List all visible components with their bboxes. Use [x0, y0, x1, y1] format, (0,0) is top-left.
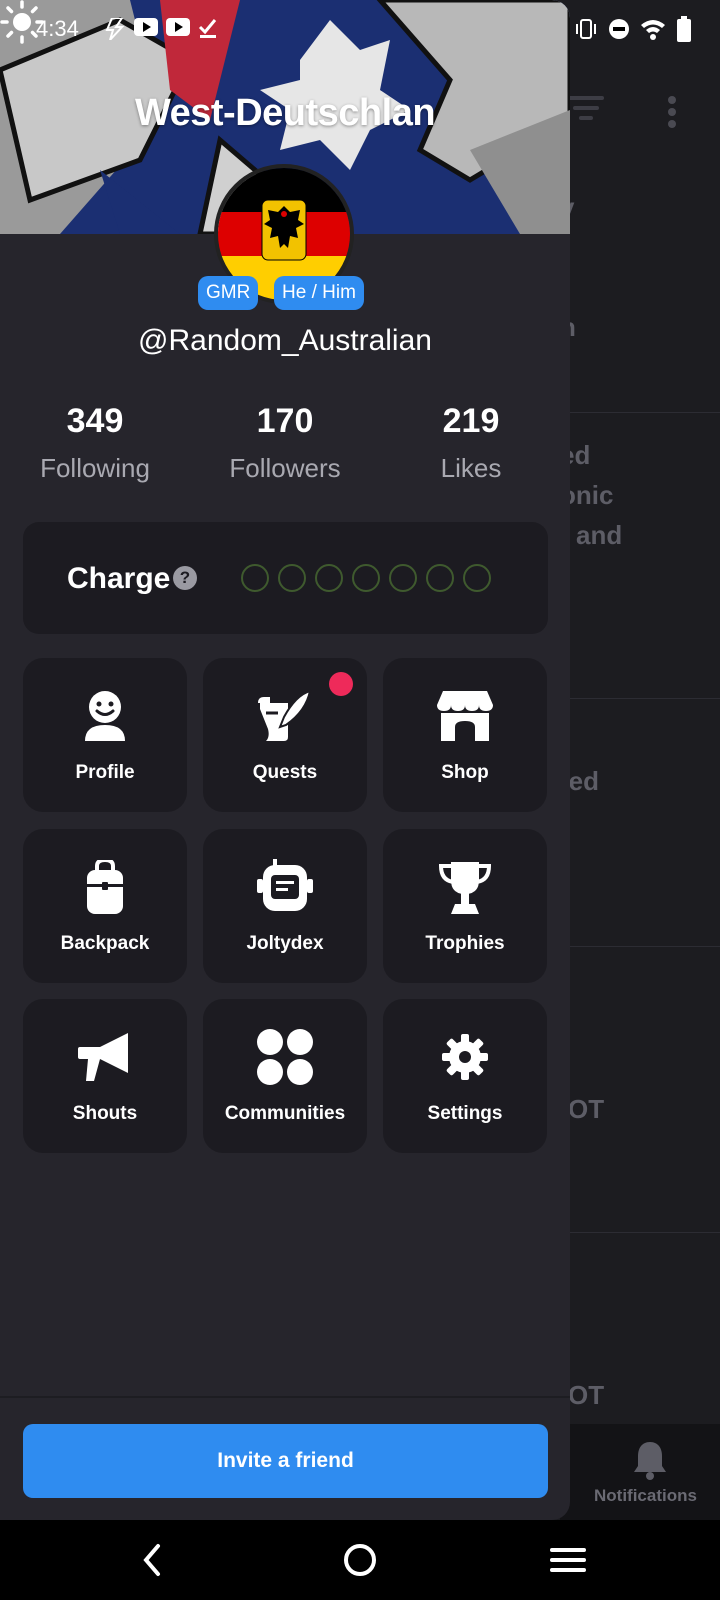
battery-icon [677, 16, 691, 42]
shop-tile[interactable]: Shop [383, 658, 547, 812]
stat-likes[interactable]: 219 Likes [381, 402, 561, 484]
divider [0, 1396, 570, 1398]
youtube-icon [134, 18, 158, 36]
status-time: 4:34 [36, 16, 79, 41]
help-icon[interactable]: ? [173, 566, 197, 590]
profile-drawer: West-Deutschlan GMR He / Him @Random_Aus… [0, 0, 570, 1520]
stat-followers[interactable]: 170 Followers [195, 402, 375, 484]
tile-label: Trophies [425, 933, 505, 954]
status-bar: 4:34 [0, 0, 720, 60]
following-label: Following [40, 453, 150, 483]
followers-label: Followers [229, 453, 341, 483]
notification-badge [329, 672, 353, 696]
charge-dot [241, 564, 269, 592]
tile-label: Settings [427, 1103, 503, 1124]
tile-label: Communities [224, 1103, 346, 1124]
recents-menu-icon[interactable] [548, 1540, 588, 1580]
following-count: 349 [66, 402, 124, 440]
bg-text-fragment: OT [568, 1380, 605, 1410]
backpack-icon [87, 860, 123, 914]
divider [560, 1232, 720, 1233]
charge-dot [389, 564, 417, 592]
gmr-tag[interactable]: GMR [198, 276, 259, 310]
filter-icon[interactable] [568, 96, 604, 126]
back-icon[interactable] [134, 1540, 174, 1580]
charge-meter [241, 564, 491, 592]
home-icon[interactable] [340, 1540, 380, 1580]
status-notification-icons [104, 18, 218, 40]
invite-friend-button[interactable]: Invite a friend [23, 1424, 548, 1498]
eagle-emblem-icon [261, 199, 307, 261]
storefront-icon [437, 691, 493, 741]
vibrate-icon [576, 19, 596, 39]
system-navigation-bar [0, 1520, 720, 1600]
divider [560, 698, 720, 699]
likes-label: Likes [440, 453, 502, 483]
charge-dot [426, 564, 454, 592]
stat-following[interactable]: 349 Following [5, 402, 185, 484]
communities-tile[interactable]: Communities [203, 999, 367, 1153]
banner-title: West-Deutschlan [134, 92, 436, 134]
charge-dot [463, 564, 491, 592]
bell-icon [634, 1442, 666, 1480]
pronouns-tag[interactable]: He / Him [274, 276, 364, 310]
charge-dot [278, 564, 306, 592]
profile-tile[interactable]: Profile [23, 658, 187, 812]
tile-label: Shop [441, 762, 489, 783]
charge-dot [352, 564, 380, 592]
tile-label: Profile [75, 762, 135, 783]
username-handle: @Random_Australian [138, 324, 432, 357]
charge-dot [315, 564, 343, 592]
shouts-tile[interactable]: Shouts [23, 999, 187, 1153]
backpack-tile[interactable]: Backpack [23, 829, 187, 983]
divider [560, 946, 720, 947]
trophy-icon [439, 862, 491, 914]
lightning-icon [105, 18, 125, 40]
tile-label: Quests [252, 762, 318, 783]
quill-scroll-icon [258, 689, 312, 741]
bg-text-fragment: and [576, 520, 623, 550]
gear-icon [442, 1034, 488, 1080]
tile-label: Joltydex [246, 933, 324, 954]
bg-text-fragment: OT [568, 1094, 605, 1124]
tile-label: Shouts [72, 1103, 138, 1124]
status-system-icons [574, 16, 692, 42]
megaphone-icon [78, 1033, 128, 1081]
communities-icon [257, 1029, 313, 1085]
person-icon [85, 691, 125, 741]
trophies-tile[interactable]: Trophies [383, 829, 547, 983]
joltydex-device-icon [257, 859, 313, 911]
divider [560, 412, 720, 413]
more-options-icon[interactable] [668, 96, 676, 132]
wifi-icon [641, 20, 665, 40]
charge-label: Charge [67, 562, 171, 595]
likes-count: 219 [442, 402, 500, 440]
charge-panel: Charge ? [23, 522, 548, 634]
joltydex-tile[interactable]: Joltydex [203, 829, 367, 983]
quests-tile[interactable]: Quests [203, 658, 367, 812]
settings-tile[interactable]: Settings [383, 999, 547, 1153]
notifications-label: Notifications [594, 1486, 697, 1505]
followers-count: 170 [256, 402, 314, 440]
do-not-disturb-icon [609, 19, 629, 39]
tile-label: Backpack [60, 933, 150, 954]
youtube-icon [166, 18, 190, 36]
task-check-icon [198, 19, 217, 38]
